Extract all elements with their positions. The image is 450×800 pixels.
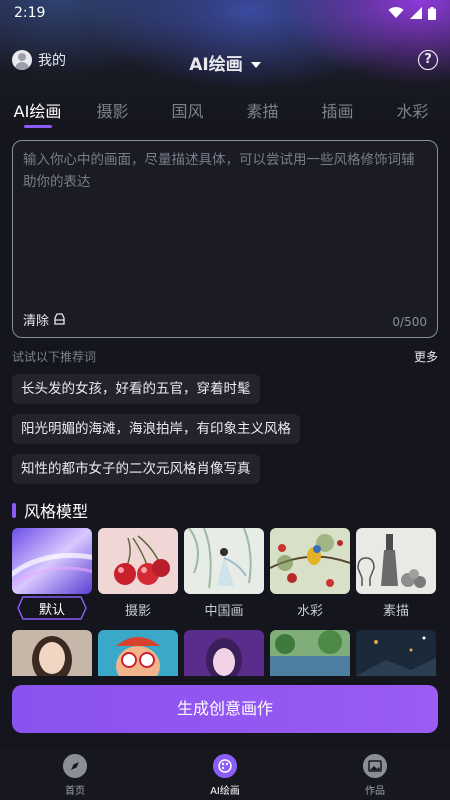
eraser-icon (54, 313, 65, 325)
impressionism-thumbnail (270, 630, 350, 676)
prompt-placeholder: 输入你心中的画面，尽量描述具体，可以尝试用一些风格修饰词辅助你的表达 (23, 152, 415, 190)
watercolor-thumbnail (270, 528, 350, 594)
default-style-thumbnail (12, 528, 92, 594)
caret-down-icon (250, 62, 261, 68)
style-card-watercolor[interactable] (270, 528, 350, 594)
style-label-photography: 摄影 (124, 604, 151, 619)
style-thumb-cartoon[interactable] (98, 630, 178, 676)
category-tabs: AI绘画 摄影 国风 素描 插画 水彩 (0, 96, 450, 130)
style-section-title: 风格模型 (12, 498, 88, 522)
portrait-thumbnail (12, 630, 92, 676)
recommend-header: 试试以下推荐词 更多 (12, 348, 438, 365)
tab-illustration[interactable]: 插画 (300, 96, 375, 130)
page-title-dropdown[interactable]: AI绘画 (0, 50, 450, 75)
style-model-list-more (12, 630, 438, 676)
nav-label-home: 首页 (65, 786, 85, 797)
generate-button[interactable]: 生成创意画作 (12, 685, 438, 733)
cartoon-thumbnail (98, 630, 178, 676)
recommend-chip[interactable]: 阳光明媚的海滩，海浪拍岸，有印象主义风格 (12, 414, 300, 444)
recommend-chip[interactable]: 知性的都市女子的二次元风格肖像写真 (12, 454, 260, 484)
nav-item-works[interactable]: 作品 (300, 748, 450, 800)
chinese-painting-thumbnail (184, 528, 264, 594)
style-label-watercolor: 水彩 (296, 604, 323, 619)
nav-label-works: 作品 (365, 786, 385, 797)
compass-icon (63, 754, 87, 778)
night-thumbnail (356, 630, 436, 676)
style-card-photography[interactable] (98, 528, 178, 594)
style-label-default: 默认 (38, 603, 65, 618)
style-section-label: 风格模型 (24, 502, 89, 521)
help-icon[interactable]: ? (418, 50, 438, 70)
clear-label: 清除 (23, 314, 50, 329)
signal-icon (410, 7, 422, 19)
status-bar: 2:19 (0, 0, 450, 26)
clear-button[interactable]: 清除 (23, 310, 66, 329)
tab-photography[interactable]: 摄影 (75, 96, 150, 130)
page-title: AI绘画 (189, 55, 243, 75)
prompt-input[interactable]: 输入你心中的画面，尽量描述具体，可以尝试用一些风格修饰词辅助你的表达 清除 0/… (12, 140, 438, 338)
section-marker (12, 502, 16, 518)
recommend-heading: 试试以下推荐词 (12, 350, 97, 364)
palette-icon (213, 754, 237, 778)
style-thumb-night[interactable] (356, 630, 436, 676)
recommend-chip[interactable]: 长头发的女孩，好看的五官，穿着时髦 (12, 374, 260, 404)
image-icon (363, 754, 387, 778)
wifi-icon (388, 7, 404, 19)
nav-item-ai-painting[interactable]: AI绘画 (150, 748, 300, 800)
style-card-default[interactable] (12, 528, 92, 594)
nav-label-ai-painting: AI绘画 (210, 786, 240, 797)
tab-chinese-style[interactable]: 国风 (150, 96, 225, 130)
style-thumb-anime[interactable] (184, 630, 264, 676)
bottom-nav: 首页 AI绘画 作品 (0, 748, 450, 800)
tab-ai-painting[interactable]: AI绘画 (0, 96, 75, 130)
anime-thumbnail (184, 630, 264, 676)
tab-watercolor[interactable]: 水彩 (375, 96, 450, 130)
more-button[interactable]: 更多 (414, 348, 438, 365)
style-card-chinese-painting[interactable] (184, 528, 264, 594)
style-card-sketch[interactable] (356, 528, 436, 594)
app-header: 我的 AI绘画 ? (0, 46, 450, 78)
battery-icon (428, 6, 436, 20)
style-thumb-impressionism[interactable] (270, 630, 350, 676)
style-label-sketch: 素描 (382, 604, 409, 619)
sketch-thumbnail (356, 528, 436, 594)
style-model-list: 默认 摄影 中国画 水彩 素描 (12, 528, 438, 620)
cherries-thumbnail (98, 528, 178, 594)
style-thumb-portrait[interactable] (12, 630, 92, 676)
tab-sketch[interactable]: 素描 (225, 96, 300, 130)
status-time: 2:19 (14, 5, 46, 21)
char-counter: 0/500 (392, 315, 427, 329)
style-label-chinese-painting: 中国画 (204, 604, 244, 619)
nav-item-home[interactable]: 首页 (0, 748, 150, 800)
